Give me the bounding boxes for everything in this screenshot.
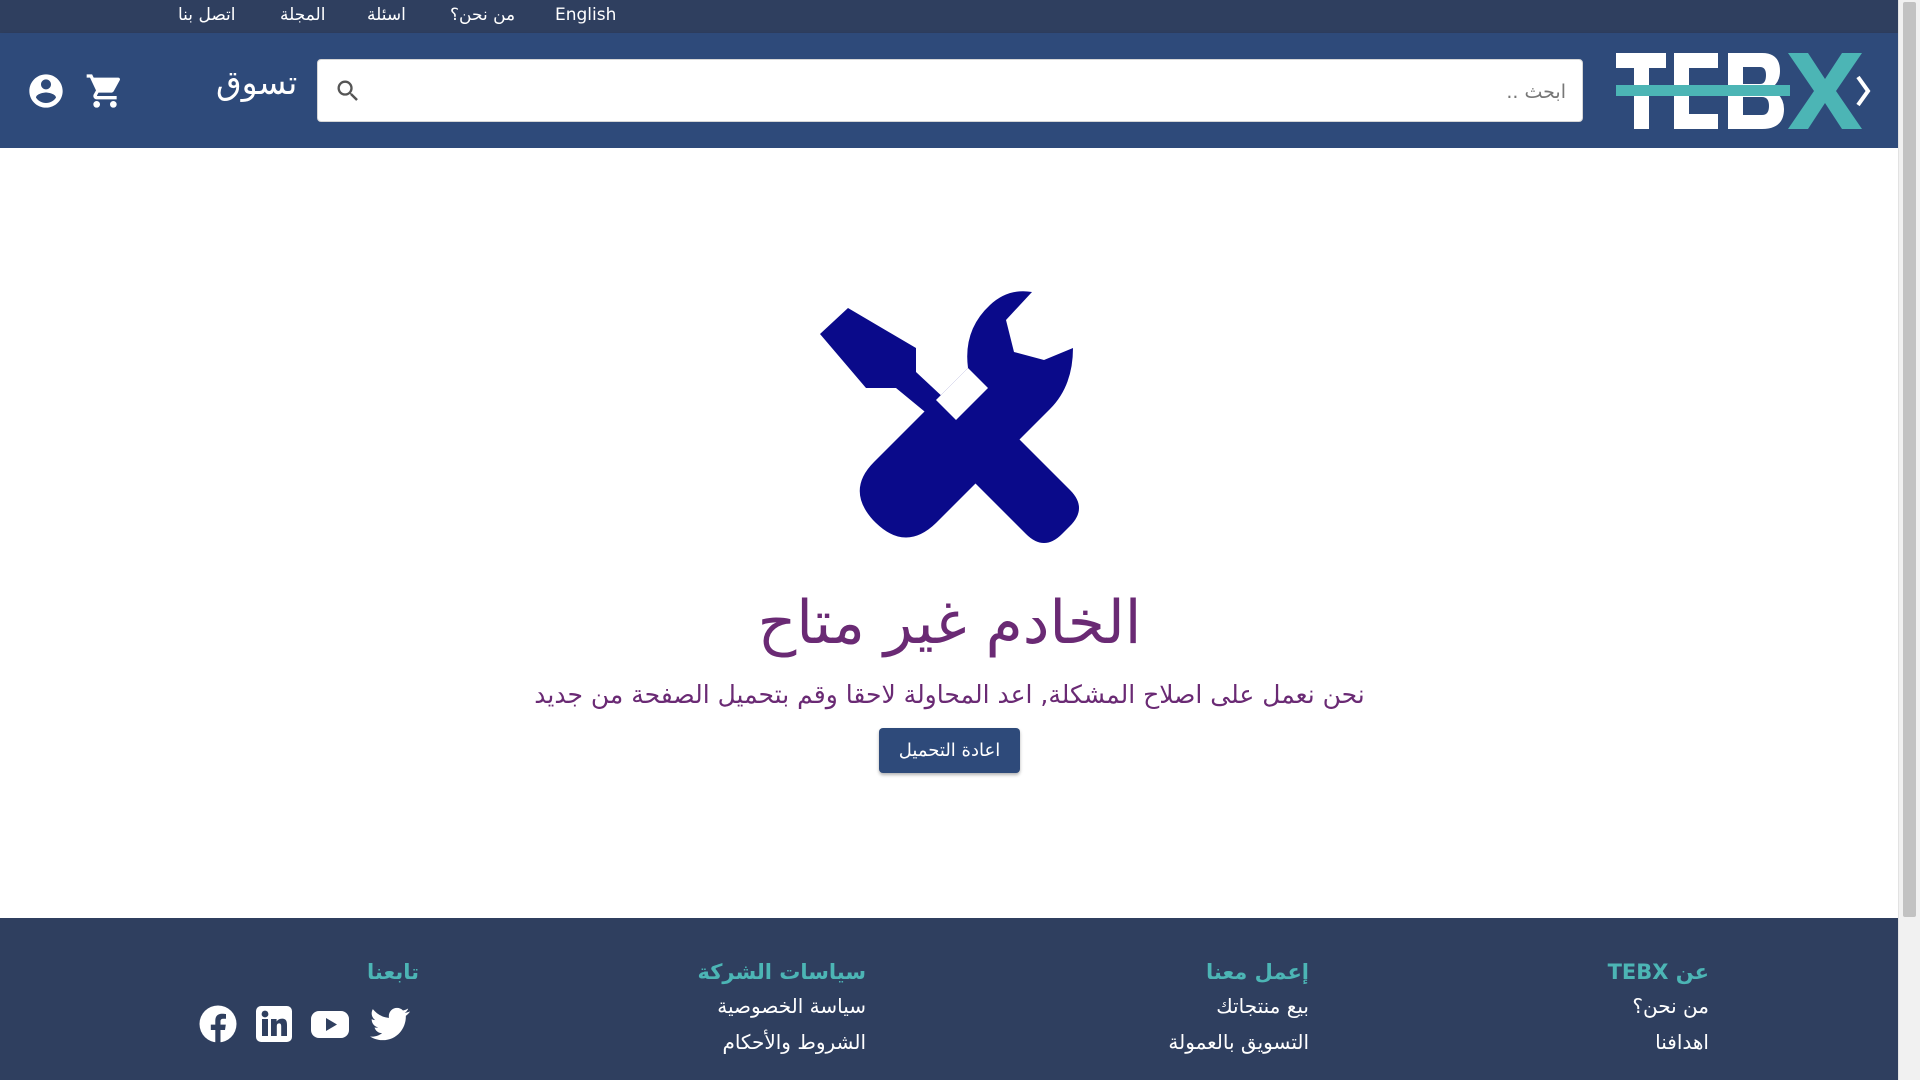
contact-link[interactable]: اتصل بنا	[178, 5, 236, 25]
footer-follow-column: تابعنا	[367, 960, 419, 994]
youtube-icon[interactable]	[310, 1004, 350, 1044]
shopping-cart-icon	[86, 74, 121, 108]
footer-link-privacy[interactable]: سياسة الخصوصية	[697, 994, 866, 1018]
account-button[interactable]	[26, 71, 66, 111]
vertical-scrollbar[interactable]	[1898, 0, 1920, 1080]
linkedin-icon[interactable]	[254, 1004, 294, 1044]
footer-policies-heading: سياسات الشركة	[697, 960, 866, 984]
tools-icon	[820, 291, 1079, 543]
footer-link-terms[interactable]: الشروط والأحكام	[697, 1030, 866, 1054]
page: English من نحن؟ اسئلة المجلة اتصل بنا تس…	[0, 0, 1920, 1080]
footer-link-goals[interactable]: اهدافنا	[1608, 1030, 1709, 1054]
facebook-icon[interactable]	[198, 1004, 238, 1044]
search-input[interactable]	[374, 60, 1574, 123]
error-description: نحن نعمل على اصلاح المشكلة, اعد المحاولة…	[534, 680, 1365, 709]
cart-button[interactable]	[85, 71, 125, 111]
footer-about-heading: عن TEBX	[1607, 960, 1709, 984]
footer-link-about-us[interactable]: من نحن؟	[1608, 994, 1709, 1018]
about-us-link[interactable]: من نحن؟	[450, 5, 515, 25]
main-content: الخادم غير متاح نحن نعمل على اصلاح المشك…	[0, 148, 1899, 918]
top-bar: English من نحن؟ اسئلة المجلة اتصل بنا	[0, 0, 1899, 33]
footer-work-heading: إعمل معنا	[1206, 960, 1309, 984]
error-title: الخادم غير متاح	[757, 588, 1142, 658]
scrollbar-thumb[interactable]	[1903, 2, 1916, 917]
reload-button[interactable]: اعادة التحميل	[879, 728, 1020, 773]
shop-link[interactable]: تسوق	[216, 63, 297, 102]
footer-about-column: عن TEBX من نحن؟ اهدافنا	[1608, 960, 1709, 1066]
footer-follow-heading: تابعنا	[367, 960, 419, 984]
header: تسوق	[0, 33, 1899, 148]
footer-link-affiliate[interactable]: التسويق بالعمولة	[1168, 1030, 1309, 1054]
language-link[interactable]: English	[555, 5, 616, 25]
account-circle-icon	[29, 74, 63, 108]
magazine-link[interactable]: المجلة	[280, 5, 325, 25]
footer-policies-column: سياسات الشركة سياسة الخصوصية الشروط والأ…	[697, 960, 866, 1066]
footer: عن TEBX من نحن؟ اهدافنا إعمل معنا بيع من…	[0, 918, 1899, 1080]
footer-work-column: إعمل معنا بيع منتجاتك التسويق بالعمولة	[1168, 960, 1309, 1066]
twitter-icon[interactable]	[370, 1004, 410, 1044]
faq-link[interactable]: اسئلة	[367, 5, 406, 25]
tebx-logo[interactable]	[1612, 47, 1872, 133]
search-icon[interactable]	[334, 77, 362, 105]
footer-link-sell-products[interactable]: بيع منتجاتك	[1168, 994, 1309, 1018]
browser-viewport: English من نحن؟ اسئلة المجلة اتصل بنا تس…	[0, 0, 1899, 1080]
search-box[interactable]	[317, 59, 1583, 123]
